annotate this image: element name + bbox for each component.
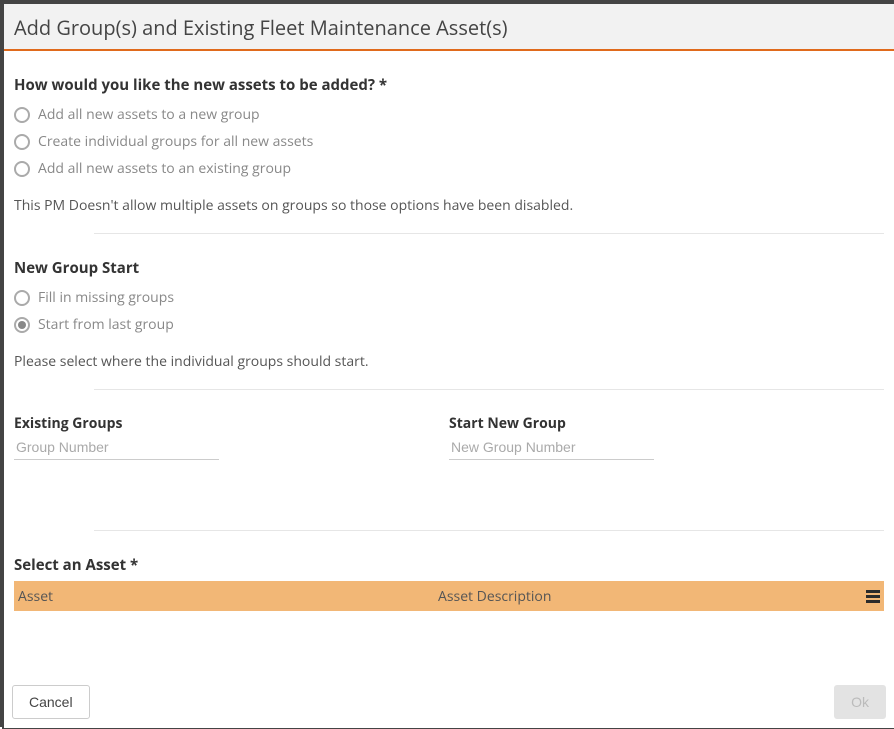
start-new-group-input[interactable] (449, 437, 654, 460)
radio-label: Start from last group (38, 315, 174, 334)
cancel-button[interactable]: Cancel (12, 685, 90, 719)
group-start-helper-text: Please select where the individual group… (14, 352, 884, 371)
radio-icon (14, 134, 30, 150)
radio-label: Fill in missing groups (38, 288, 174, 307)
radio-add-to-new-group[interactable]: Add all new assets to a new group (14, 101, 884, 128)
add-mode-helper-text: This PM Doesn't allow multiple assets on… (14, 196, 884, 215)
radio-fill-missing-groups[interactable]: Fill in missing groups (14, 284, 884, 311)
asset-table-header: Asset Asset Description (14, 581, 884, 611)
asset-col-description[interactable]: Asset Description (434, 587, 862, 606)
dialog-footer: Cancel Ok (4, 676, 894, 728)
select-asset-heading: Select an Asset * (14, 555, 884, 575)
radio-label: Add all new assets to a new group (38, 105, 260, 124)
radio-start-from-last-group[interactable]: Start from last group (14, 311, 884, 338)
start-new-group-label: Start New Group (449, 414, 884, 433)
group-start-heading: New Group Start (14, 258, 884, 278)
radio-icon (14, 107, 30, 123)
asset-col-asset[interactable]: Asset (14, 587, 434, 606)
radio-icon (14, 317, 30, 333)
divider (94, 233, 884, 234)
radio-label: Create individual groups for all new ass… (38, 132, 313, 151)
existing-groups-label: Existing Groups (14, 414, 449, 433)
divider (94, 530, 884, 531)
existing-groups-input[interactable] (14, 437, 219, 460)
radio-label: Add all new assets to an existing group (38, 159, 291, 178)
dialog-title: Add Group(s) and Existing Fleet Maintena… (4, 4, 894, 51)
radio-icon (14, 290, 30, 306)
radio-add-to-existing-group[interactable]: Add all new assets to an existing group (14, 155, 884, 182)
radio-icon (14, 161, 30, 177)
ok-button[interactable]: Ok (834, 685, 886, 719)
divider (94, 389, 884, 390)
dialog-body[interactable]: How would you like the new assets to be … (4, 51, 894, 676)
hamburger-icon[interactable] (862, 590, 884, 603)
radio-create-individual-groups[interactable]: Create individual groups for all new ass… (14, 128, 884, 155)
add-mode-heading: How would you like the new assets to be … (14, 75, 884, 95)
